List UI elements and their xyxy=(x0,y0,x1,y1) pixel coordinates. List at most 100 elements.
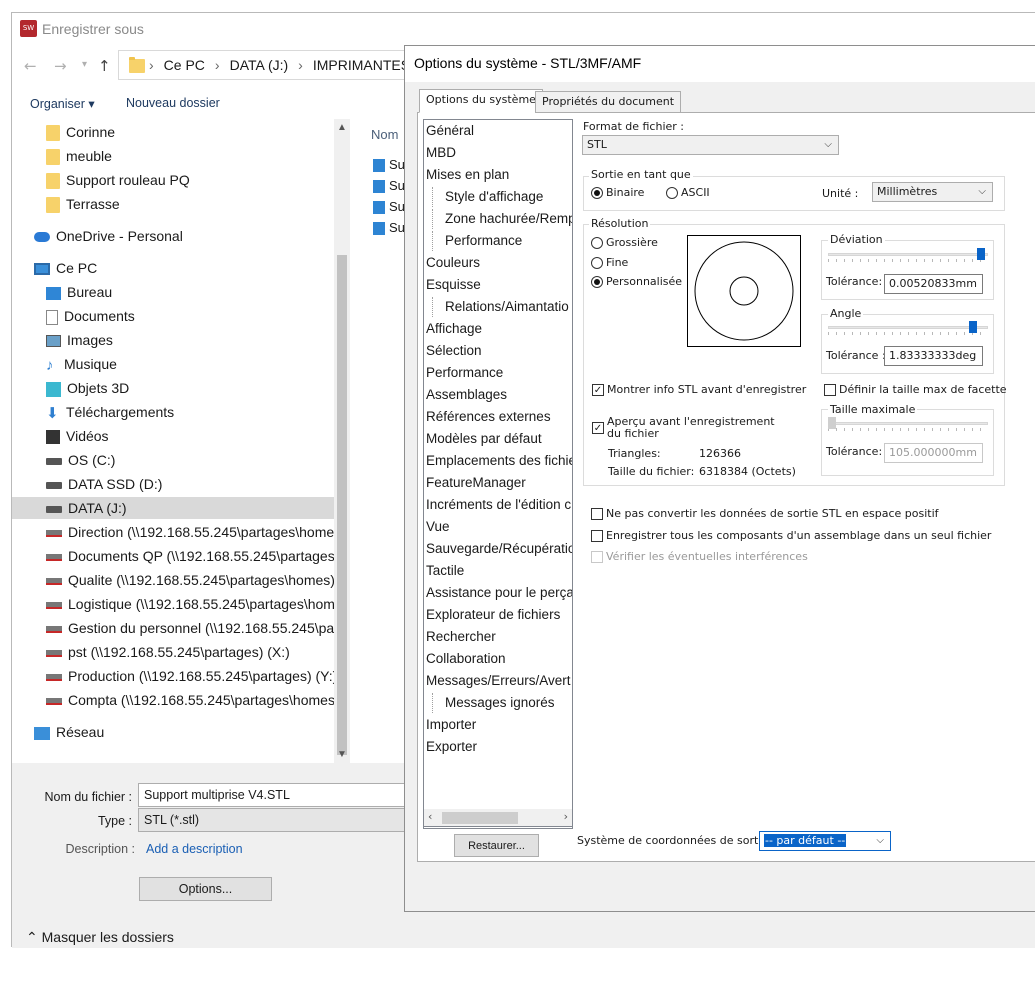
tree-item[interactable]: Assemblages xyxy=(426,385,507,405)
nav-item[interactable]: meuble xyxy=(46,145,112,167)
tree-item[interactable]: Modèles par défaut xyxy=(426,429,542,449)
scroll-down-icon[interactable]: ▼ xyxy=(337,749,347,760)
nav-item[interactable]: Direction (\\192.168.55.245\partages\hom… xyxy=(46,521,334,543)
angle-tolerance-input[interactable]: 1.83333333deg xyxy=(884,346,983,366)
nav-item[interactable]: DATA SSD (D:) xyxy=(46,473,162,495)
show-stl-info-checkbox[interactable]: ✓ Montrer info STL avant d'enregistrer xyxy=(592,383,806,397)
breadcrumb[interactable]: › Ce PC › DATA (J:) › IMPRIMANTES xyxy=(118,50,438,80)
column-header-name[interactable]: Nom xyxy=(371,127,398,142)
nav-item[interactable]: ♪ Musique xyxy=(46,353,117,375)
tree-item[interactable]: FeatureManager xyxy=(426,473,526,493)
deviation-tolerance-input[interactable]: 0.00520833mm xyxy=(884,274,983,294)
breadcrumb-item[interactable]: Ce PC xyxy=(164,57,205,73)
nav-item[interactable]: Réseau xyxy=(34,721,104,743)
tree-item[interactable]: Emplacements des fichie xyxy=(426,451,572,471)
breadcrumb-item[interactable]: DATA (J:) xyxy=(230,57,289,73)
tree-item[interactable]: Général xyxy=(426,121,474,141)
tree-item[interactable]: Explorateur de fichiers xyxy=(426,605,560,625)
nav-item[interactable]: Production (\\192.168.55.245\partages) (… xyxy=(46,665,337,687)
scroll-right-icon[interactable]: › xyxy=(564,810,568,823)
nav-item[interactable]: Corinne xyxy=(46,121,115,143)
nav-item[interactable]: Terrasse xyxy=(46,193,120,215)
slider-thumb[interactable] xyxy=(828,417,836,429)
breadcrumb-item[interactable]: IMPRIMANTES xyxy=(313,57,410,73)
nav-scrollbar[interactable]: ▲ ▼ xyxy=(334,119,350,764)
tree-item[interactable]: Sélection xyxy=(426,341,482,361)
recent-chevron-icon[interactable]: ▾ xyxy=(82,59,87,70)
tree-item[interactable]: Incréments de l'édition c xyxy=(426,495,571,515)
nav-item[interactable]: Qualite (\\192.168.55.245\partages\homes… xyxy=(46,569,335,591)
nav-item[interactable]: pst (\\192.168.55.245\partages) (X:) xyxy=(46,641,290,663)
tree-item[interactable]: Collaboration xyxy=(426,649,506,669)
nav-item[interactable]: Ce PC xyxy=(34,257,97,279)
output-coordinate-select[interactable]: -- par défaut -- ⌵ xyxy=(759,831,891,851)
tree-item[interactable]: Style d'affichage xyxy=(432,187,543,207)
file-type-select[interactable]: STL (*.stl) xyxy=(138,808,418,832)
nav-item[interactable]: Documents xyxy=(46,305,135,327)
hide-folders-toggle[interactable]: ⌃ Masquer les dossiers xyxy=(26,929,174,946)
new-folder-button[interactable]: Nouveau dossier xyxy=(126,96,220,110)
tree-item[interactable]: Références externes xyxy=(426,407,551,427)
tree-item[interactable]: Sauvegarde/Récupératio xyxy=(426,539,572,559)
tree-item[interactable]: Mises en plan xyxy=(426,165,509,185)
scroll-up-icon[interactable]: ▲ xyxy=(337,122,347,133)
fine-radio[interactable]: Fine xyxy=(591,256,628,270)
tree-item[interactable]: Relations/Aimantatio xyxy=(432,297,569,317)
max-size-slider[interactable] xyxy=(828,417,988,431)
filename-field[interactable]: Support multiprise V4.STL xyxy=(138,783,418,807)
organise-menu-button[interactable]: Organiser ▾ xyxy=(30,96,95,111)
tab-document-properties[interactable]: Propriétés du document xyxy=(535,91,682,113)
tree-item[interactable]: Esquisse xyxy=(426,275,481,295)
max-facet-checkbox[interactable]: Définir la taille max de facette xyxy=(824,383,1007,397)
tree-item[interactable]: Couleurs xyxy=(426,253,480,273)
slider-thumb[interactable] xyxy=(969,321,977,333)
tab-system-options[interactable]: Options du système xyxy=(419,89,543,113)
tree-item[interactable]: Tactile xyxy=(426,561,464,581)
tree-item[interactable]: Messages/Erreurs/Avert xyxy=(426,671,571,691)
tree-item[interactable]: Vue xyxy=(426,517,450,537)
angle-slider[interactable] xyxy=(828,321,988,335)
tree-item[interactable]: Exporter xyxy=(426,737,477,757)
slider-thumb[interactable] xyxy=(977,248,985,260)
tree-horizontal-scrollbar[interactable]: ‹ › xyxy=(423,809,573,827)
tree-item[interactable]: Importer xyxy=(426,715,476,735)
tree-item[interactable]: MBD xyxy=(426,143,456,163)
nav-item[interactable]: OS (C:) xyxy=(46,449,115,471)
single-file-checkbox[interactable]: Enregistrer tous les composants d'un ass… xyxy=(591,529,991,543)
nav-item[interactable]: DATA (J:) xyxy=(12,497,334,519)
check-interferences-checkbox[interactable]: Vérifier les éventuelles interférences xyxy=(591,550,808,564)
nav-item[interactable]: Documents QP (\\192.168.55.245\partages) xyxy=(46,545,339,567)
scroll-left-icon[interactable]: ‹ xyxy=(428,810,432,823)
options-button[interactable]: Options... xyxy=(139,877,272,901)
nav-item[interactable]: Gestion du personnel (\\192.168.55.245\p… xyxy=(46,617,339,639)
nav-item[interactable]: Images xyxy=(46,329,113,351)
tree-item[interactable]: Zone hachurée/Remp xyxy=(432,209,572,229)
tree-item[interactable]: Assistance pour le perça xyxy=(426,583,572,603)
preview-before-save-checkbox[interactable]: ✓Aperçu avant l'enregistrement du fichie… xyxy=(592,416,787,442)
tree-item[interactable]: Messages ignorés xyxy=(432,693,555,713)
max-size-tolerance-input[interactable]: 105.000000mm xyxy=(884,443,983,463)
nav-item[interactable]: Vidéos xyxy=(46,425,109,447)
tree-item[interactable]: Performance xyxy=(432,231,522,251)
tree-item[interactable]: Rechercher xyxy=(426,627,496,647)
no-positive-space-checkbox[interactable]: Ne pas convertir les données de sortie S… xyxy=(591,507,939,521)
tree-item[interactable]: Affichage xyxy=(426,319,482,339)
nav-item[interactable]: Objets 3D xyxy=(46,377,129,399)
nav-item[interactable]: OneDrive - Personal xyxy=(34,225,183,247)
binary-radio[interactable]: Binaire xyxy=(591,186,644,200)
file-format-select[interactable]: STL ⌵ xyxy=(582,135,839,155)
nav-item[interactable]: Bureau xyxy=(46,281,112,303)
tree-item[interactable]: Performance xyxy=(426,363,503,383)
unit-select[interactable]: Millimètres ⌵ xyxy=(872,182,993,202)
back-arrow-icon[interactable]: ← xyxy=(24,57,37,75)
ascii-radio[interactable]: ASCII xyxy=(666,186,710,200)
deviation-slider[interactable] xyxy=(828,248,988,262)
nav-item[interactable]: Compta (\\192.168.55.245\partages\homes xyxy=(46,689,335,711)
forward-arrow-icon[interactable]: → xyxy=(54,57,67,75)
restore-button[interactable]: Restaurer... xyxy=(454,834,539,857)
scrollbar-thumb[interactable] xyxy=(337,255,347,755)
nav-item[interactable]: ⬇ Téléchargements xyxy=(46,401,174,423)
up-arrow-icon[interactable]: ↑ xyxy=(98,57,111,75)
nav-item[interactable]: Logistique (\\192.168.55.245\partages\ho… xyxy=(46,593,335,615)
scrollbar-thumb[interactable] xyxy=(442,812,518,824)
